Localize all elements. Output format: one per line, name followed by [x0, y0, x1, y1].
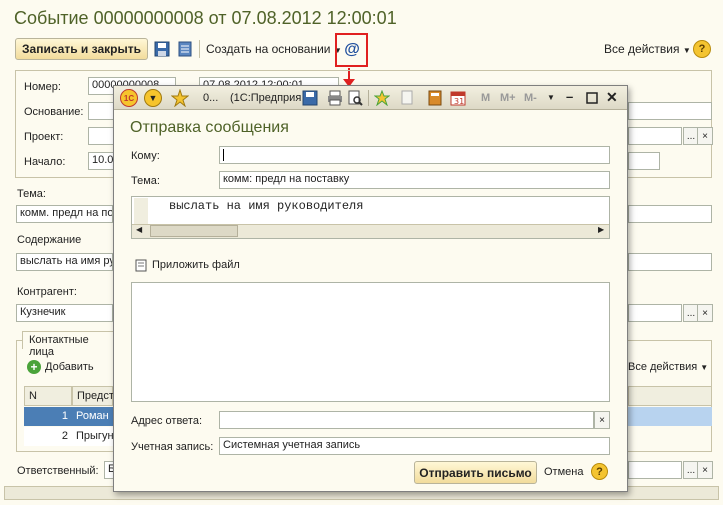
create-basis-menu[interactable]: Создать на основании ▼ [206, 42, 342, 56]
table-row[interactable]: 1 Роман [24, 407, 113, 426]
add-contact-button[interactable]: Добавить [45, 361, 94, 373]
help-icon[interactable]: ? [591, 463, 608, 480]
contractor-label: Контрагент: [17, 286, 77, 298]
chevron-down-icon[interactable]: ▼ [547, 93, 555, 102]
account-field[interactable]: Системная учетная запись [219, 437, 610, 455]
add-icon[interactable]: + [27, 360, 41, 374]
app-logo-icon: 1С [120, 89, 138, 107]
create-basis-label: Создать на основании [206, 42, 331, 56]
row-number: 2 [61, 430, 68, 442]
all-actions-menu[interactable]: Все действия ▼ [604, 42, 691, 56]
body-text: выслать на имя руководителя [169, 199, 364, 213]
attachments-list[interactable] [131, 282, 610, 402]
cancel-link[interactable]: Отмена [544, 466, 583, 478]
scroll-left-icon[interactable]: ◀ [136, 225, 142, 234]
topic-label: Тема: [17, 188, 46, 200]
svg-text:31: 31 [454, 97, 464, 106]
subject-label: Тема: [131, 175, 160, 187]
content-field[interactable]: выслать на имя ру [16, 253, 113, 271]
contacts-all-actions-label: Все действия [628, 361, 698, 373]
copy-doc-icon[interactable] [399, 90, 415, 106]
contacts-all-actions[interactable]: Все действия ▼ [628, 361, 708, 373]
editor-gutter [134, 198, 148, 224]
project-label: Проект: [24, 131, 64, 143]
memory-button[interactable]: M [481, 92, 490, 104]
text-caret [223, 149, 224, 161]
table-row-right[interactable] [628, 407, 712, 426]
column-header-right [628, 386, 712, 406]
all-actions-label: Все действия [604, 42, 680, 56]
print-icon[interactable] [327, 90, 343, 106]
minimize-icon[interactable]: – [566, 89, 573, 104]
add-favorite-icon[interactable] [374, 90, 390, 106]
attach-file-icon[interactable] [134, 258, 148, 272]
reply-clear-button[interactable]: × [594, 411, 610, 429]
row-name: Роман [76, 410, 109, 422]
send-button[interactable]: Отправить письмо [414, 461, 537, 484]
send-message-dialog: 1С ▼ 0... (1С:Предприя 31 M M+ M- ▼ – ✕ … [113, 85, 628, 492]
account-label: Учетная запись: [131, 441, 214, 453]
to-label: Кому: [131, 150, 160, 162]
project-field-right[interactable] [628, 127, 682, 145]
start-field-right[interactable] [628, 152, 660, 170]
to-field[interactable] [219, 146, 610, 164]
reply-address-field[interactable] [219, 411, 594, 429]
row-name: Прыгун [76, 430, 114, 442]
basis-field-right[interactable] [628, 102, 712, 120]
list-icon[interactable] [176, 40, 194, 58]
email-at-icon[interactable]: @ [341, 39, 363, 61]
scroll-right-icon[interactable]: ▶ [598, 225, 604, 234]
project-clear-button[interactable]: × [697, 127, 713, 145]
chevron-down-icon: ▼ [682, 46, 691, 55]
contractor-field-right[interactable] [628, 304, 682, 322]
responsible-field-right[interactable] [628, 461, 682, 479]
dialog-heading: Отправка сообщения [130, 119, 289, 136]
save-icon[interactable] [153, 40, 171, 58]
reply-address-label: Адрес ответа: [131, 415, 203, 427]
responsible-clear-button[interactable]: × [697, 461, 713, 479]
contractor-field[interactable]: Кузнечик [16, 304, 113, 322]
memory-plus-button[interactable]: M+ [500, 92, 516, 104]
column-n-header[interactable]: N [24, 386, 72, 406]
save-icon[interactable] [302, 90, 318, 106]
chevron-down-icon: ▼ [700, 363, 709, 372]
table-row[interactable]: 2 Прыгун [24, 427, 114, 446]
calendar-icon[interactable]: 31 [450, 90, 466, 106]
menu-arrow-icon[interactable]: ▼ [144, 89, 162, 107]
content-field-right[interactable] [628, 253, 712, 271]
responsible-label: Ответственный: [17, 465, 99, 477]
dialog-app-name: (1С:Предприя [230, 92, 302, 104]
favorite-star-icon[interactable] [171, 89, 189, 107]
tab-contacts[interactable]: Контактные лица [22, 331, 114, 358]
close-icon[interactable]: ✕ [606, 89, 618, 106]
topic-field-right[interactable] [628, 205, 712, 223]
toolbar-divider [199, 40, 200, 58]
calculator-icon[interactable] [427, 90, 443, 106]
start-label: Начало: [24, 156, 66, 168]
help-icon[interactable]: ? [693, 40, 711, 58]
page-title: Событие 00000000008 от 07.08.2012 12:00:… [14, 8, 397, 28]
maximize-icon[interactable] [586, 92, 598, 104]
preview-icon[interactable] [347, 90, 363, 106]
contractor-clear-button[interactable]: × [697, 304, 713, 322]
number-label: Номер: [24, 81, 61, 93]
scrollbar-thumb[interactable] [150, 225, 238, 237]
column-rep-header[interactable]: Предст [72, 386, 114, 406]
titlebar-divider [368, 90, 369, 106]
attach-file-link[interactable]: Приложить файл [152, 259, 240, 271]
subject-field[interactable]: комм: предл на поставку [219, 171, 610, 189]
topic-field[interactable]: комм. предл на по [16, 205, 113, 223]
dialog-doc-short: 0... [203, 92, 219, 104]
basis-label: Основание: [24, 106, 84, 118]
content-label: Содержание [17, 234, 82, 246]
save-close-button[interactable]: Записать и закрыть [15, 38, 148, 60]
row-number: 1 [61, 410, 68, 422]
memory-minus-button[interactable]: M- [524, 92, 537, 104]
